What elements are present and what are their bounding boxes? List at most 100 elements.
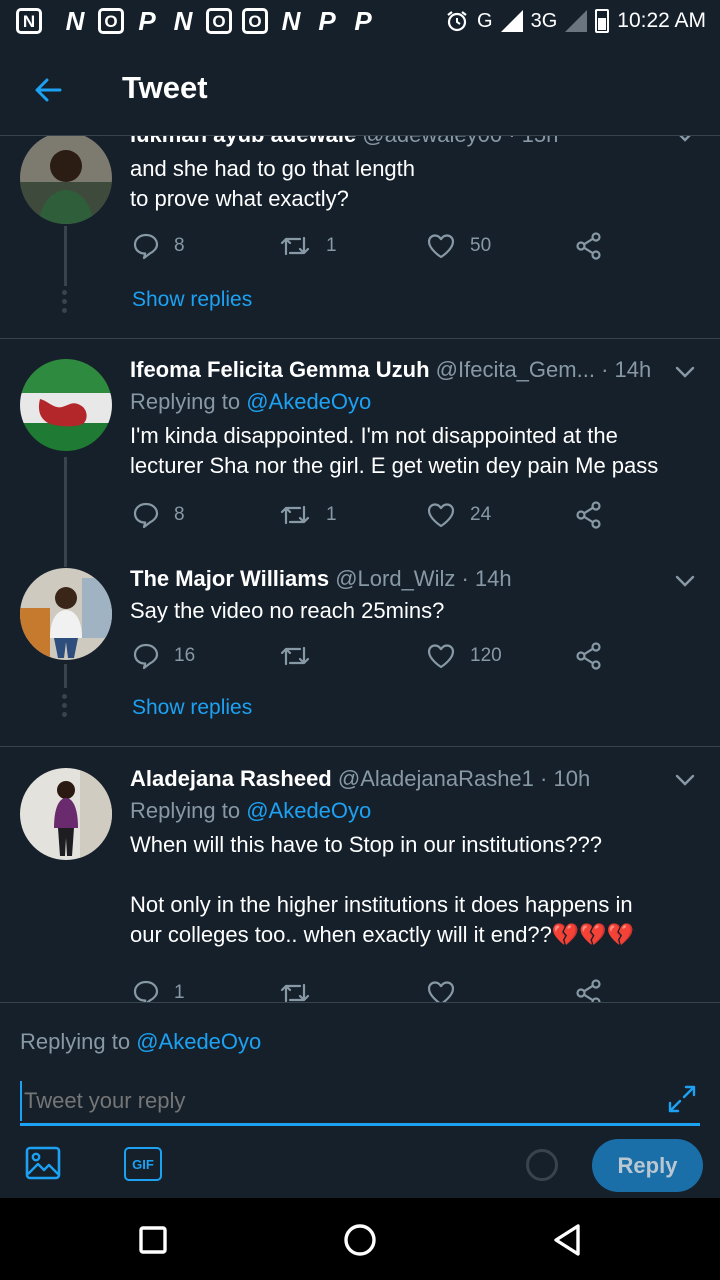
nav-recents-icon[interactable] [133,1220,173,1260]
tweet-text: Say the video no reach 25mins? [130,598,445,623]
like-count: 120 [470,645,502,666]
timestamp: · 14h [601,357,650,382]
thread-dots [62,694,68,721]
retweet-button[interactable]: 1 [278,498,337,532]
gif-button[interactable]: GIF [124,1147,162,1181]
nav-home-icon[interactable] [340,1220,380,1260]
reply-button[interactable]: 8 [132,229,185,263]
like-icon [427,644,455,669]
show-replies-link[interactable]: Show replies [132,288,252,312]
back-button[interactable] [22,64,74,116]
notification-icon: O [242,8,268,34]
tweet[interactable]: The Major Williams @Lord_Wilz · 14h Say … [0,554,720,746]
like-button[interactable]: 24 [426,498,491,532]
replies-feed[interactable]: lukman ayub adewale @adewaley00 · 15h an… [0,136,720,1002]
display-name[interactable]: Ifeoma Felicita Gemma Uzuh [130,357,430,382]
top-app-bar: Tweet [0,42,720,136]
show-replies-link[interactable]: Show replies [132,696,252,720]
reply-button[interactable]: 16 [132,639,195,673]
handle: @adewaley00 [362,136,502,147]
network-type: G [477,9,493,32]
page-title: Tweet [122,70,208,105]
notification-icon: P [354,6,372,36]
tweet-header: lukman ayub adewale @adewaley00 · 15h [130,136,650,148]
caret-down-icon[interactable] [672,136,698,149]
like-button[interactable]: 50 [426,229,491,263]
nav-back-icon[interactable] [548,1220,588,1260]
battery-icon [595,9,610,33]
tweet-text: and she had to go that length to prove w… [130,156,416,211]
retweet-button[interactable] [278,639,312,673]
caret-down-icon[interactable] [672,767,698,793]
timestamp: · 14h [461,566,512,591]
handle: @Lord_Wilz [335,566,456,591]
retweet-icon [280,236,310,256]
like-button[interactable]: 120 [426,639,502,673]
retweet-button[interactable] [278,976,312,1002]
tweet-header: Ifeoma Felicita Gemma Uzuh @Ifecita_Gem.… [130,357,650,383]
avatar[interactable] [20,768,112,860]
reply-count: 8 [174,235,185,256]
retweet-button[interactable]: 1 [278,229,337,263]
reply-input[interactable] [20,1081,660,1121]
avatar[interactable] [20,359,112,451]
expand-icon[interactable] [666,1083,698,1115]
clock: 10:22 AM [617,9,706,32]
caret-down-icon[interactable] [672,359,698,385]
tweet[interactable]: Ifeoma Felicita Gemma Uzuh @Ifecita_Gem.… [0,339,720,567]
tweet-actions: 8 1 50 [130,229,610,263]
like-count: 50 [470,235,492,256]
share-button[interactable] [574,976,604,1002]
avatar[interactable] [20,568,112,660]
notification-icon: N [65,6,85,36]
status-bar: N O N O P N O O N P P G 3G 10:22 AM [0,0,720,42]
display-name[interactable]: The Major Williams [130,566,329,591]
tweet-actions: 16 120 [130,639,610,673]
mention-link[interactable]: @AkedeOyo [246,389,371,414]
share-button[interactable] [574,639,604,673]
share-button[interactable] [574,498,604,532]
display-name[interactable]: lukman ayub adewale [130,136,356,147]
replying-to: Replying to @AkedeOyo [130,798,372,823]
avatar[interactable] [20,136,112,224]
reply-button[interactable]: 8 [132,498,185,532]
share-button[interactable] [574,229,604,263]
like-button[interactable] [426,976,456,1002]
status-indicators: G 3G 10:22 AM [445,6,706,36]
reply-button[interactable]: Reply [592,1139,703,1192]
retweet-icon [280,983,310,1002]
reply-icon [133,643,159,670]
reply-icon [133,233,159,260]
notification-icon: N [173,6,193,36]
retweet-count: 1 [326,504,337,525]
tweet-text: When will this have to Stop in our insti… [130,832,635,947]
composer-replying-to: Replying to @AkedeOyo [20,1029,262,1054]
tweet-actions: 1 [130,976,610,1002]
mention-link[interactable]: @AkedeOyo [246,798,371,823]
timestamp: · 10h [540,766,591,791]
like-count: 24 [470,504,492,525]
android-nav-bar [0,1198,720,1280]
tweet-text: I'm kinda disappointed. I'm not disappoi… [130,423,659,478]
share-icon [576,501,601,529]
signal-icon-2 [565,10,588,32]
handle: @Ifecita_Gem... [435,357,595,382]
mention-link[interactable]: @AkedeOyo [136,1029,261,1054]
reply-button[interactable]: 1 [132,976,185,1002]
reply-icon [133,502,159,529]
notification-icon: O [98,8,124,34]
display-name[interactable]: Aladejana Rasheed [130,766,332,791]
tweet[interactable]: lukman ayub adewale @adewaley00 · 15h an… [0,136,720,338]
tweet-actions: 8 1 24 [130,498,610,532]
share-icon [576,979,601,1002]
reply-icon [133,980,159,1002]
signal-icon [500,10,523,32]
share-icon [576,232,601,260]
character-counter [526,1149,558,1181]
reply-count: 16 [174,645,196,666]
tweet[interactable]: Aladejana Rasheed @AladejanaRashe1 · 10h… [0,747,720,1002]
like-icon [427,234,455,259]
retweet-icon [280,646,310,666]
image-icon[interactable] [24,1145,62,1181]
caret-down-icon[interactable] [672,568,698,594]
